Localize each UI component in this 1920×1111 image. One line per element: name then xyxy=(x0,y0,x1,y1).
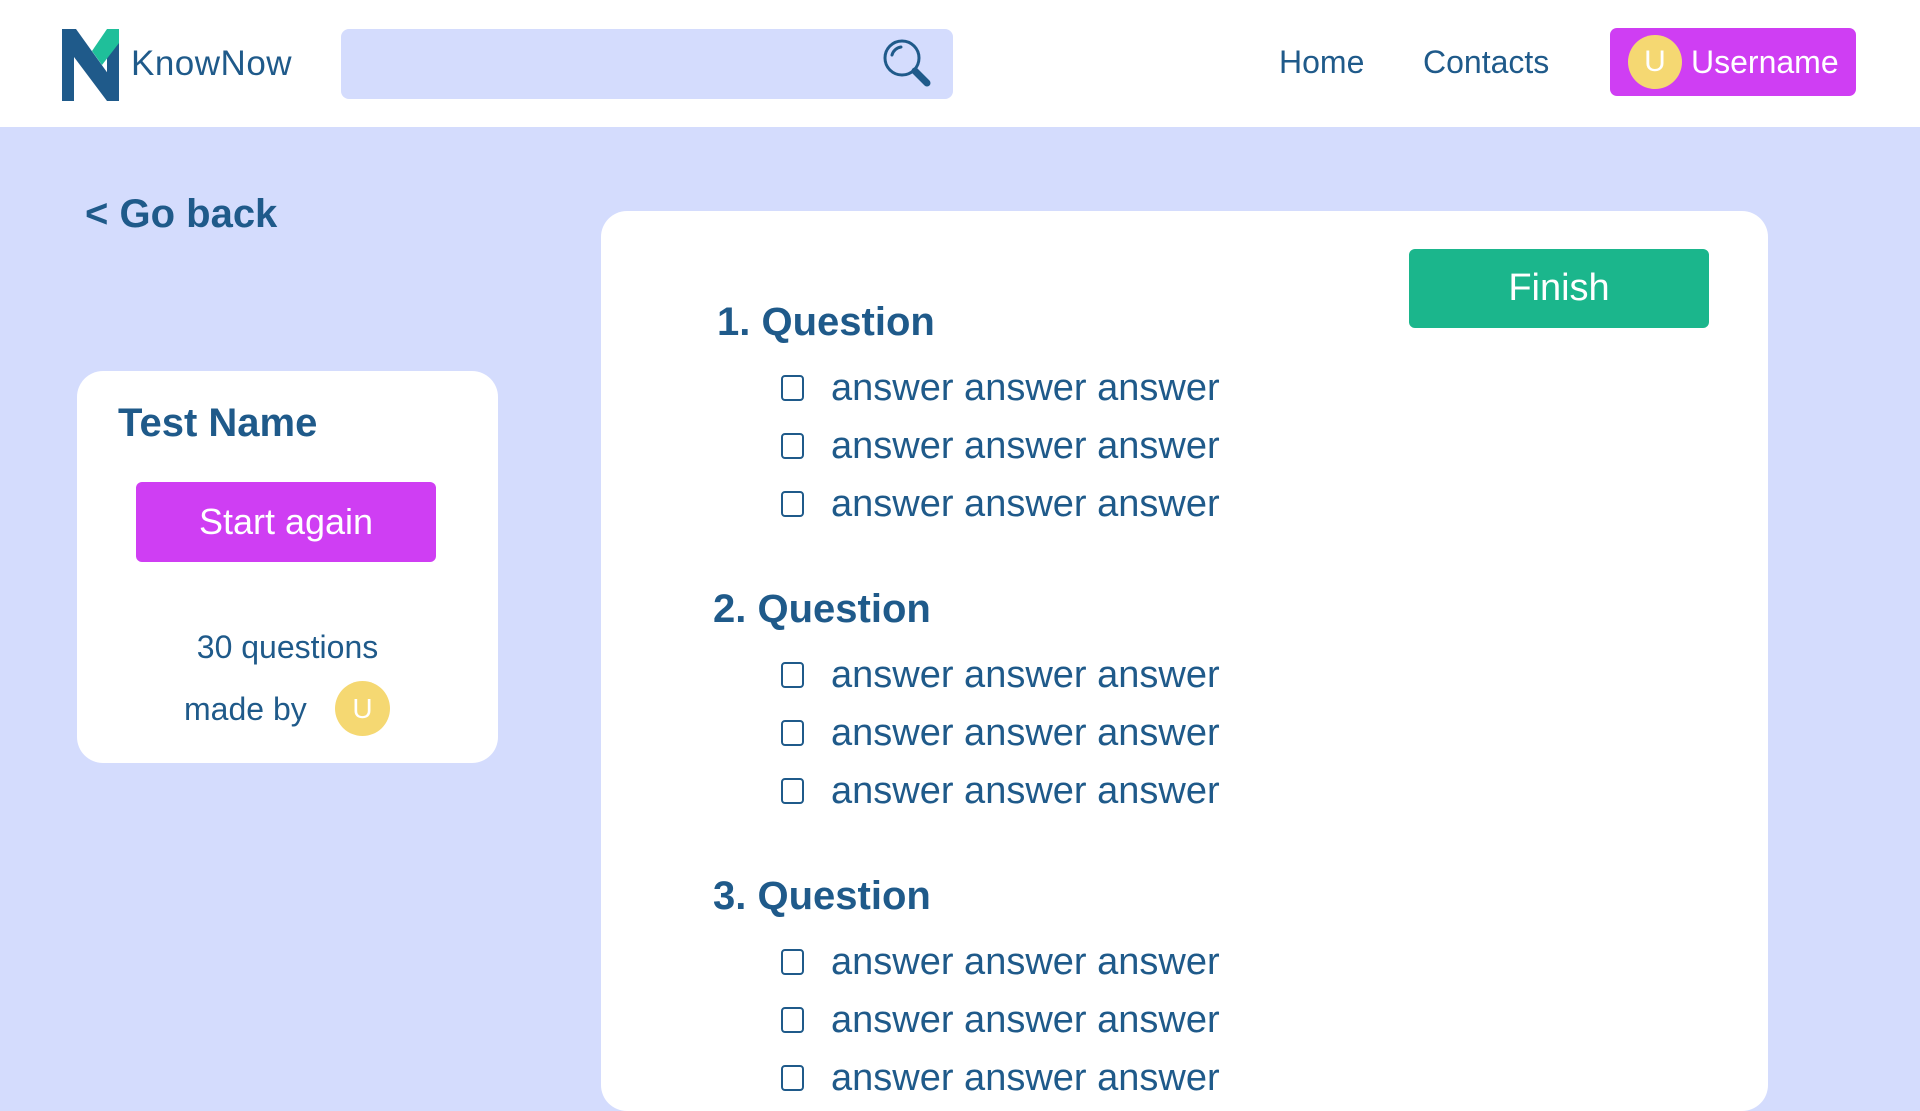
test-info-card: Test Name Start again 30 questions made … xyxy=(77,371,498,763)
answer-text: answer answer answer xyxy=(831,367,1220,409)
go-back-link[interactable]: < Go back xyxy=(85,192,277,237)
answer-checkbox[interactable] xyxy=(781,433,804,459)
answer-checkbox[interactable] xyxy=(781,949,804,975)
test-title: Test Name xyxy=(118,401,318,445)
answer-text: answer answer answer xyxy=(831,483,1220,525)
question-count: 30 questions xyxy=(196,629,379,665)
answer-checkbox[interactable] xyxy=(781,778,804,804)
answer-checkbox[interactable] xyxy=(781,720,804,746)
finish-button[interactable]: Finish xyxy=(1409,249,1709,328)
username-label: Username xyxy=(1691,44,1839,80)
start-again-button[interactable]: Start again xyxy=(136,482,436,562)
search-bar xyxy=(341,29,953,99)
answer-option[interactable]: answer answer answer xyxy=(781,999,1381,1041)
answer-text: answer answer answer xyxy=(831,999,1220,1041)
question-title: 3. Question xyxy=(713,874,931,918)
answer-checkbox[interactable] xyxy=(781,375,804,401)
nav-home-link[interactable]: Home xyxy=(1279,44,1364,81)
author-avatar[interactable]: U xyxy=(335,681,390,736)
made-by-label: made by xyxy=(184,691,307,727)
answer-option[interactable]: answer answer answer xyxy=(781,770,1381,812)
answer-text: answer answer answer xyxy=(831,1057,1220,1099)
quiz-panel: Finish 1. Question answer answer answer … xyxy=(601,211,1768,1111)
answer-text: answer answer answer xyxy=(831,425,1220,467)
answer-option[interactable]: answer answer answer xyxy=(781,941,1381,983)
search-icon[interactable] xyxy=(882,38,934,90)
search-input[interactable] xyxy=(341,29,881,99)
answer-option[interactable]: answer answer answer xyxy=(781,367,1381,409)
user-menu-button[interactable]: U Username xyxy=(1610,28,1856,96)
top-header: KnowNow Home Contacts U Username xyxy=(0,0,1920,127)
answer-checkbox[interactable] xyxy=(781,491,804,517)
answer-option[interactable]: answer answer answer xyxy=(781,1057,1381,1099)
answer-option[interactable]: answer answer answer xyxy=(781,483,1381,525)
answer-text: answer answer answer xyxy=(831,770,1220,812)
answer-option[interactable]: answer answer answer xyxy=(781,425,1381,467)
answer-text: answer answer answer xyxy=(831,712,1220,754)
brand-name[interactable]: KnowNow xyxy=(131,44,292,84)
answer-checkbox[interactable] xyxy=(781,1065,804,1091)
answer-checkbox[interactable] xyxy=(781,1007,804,1033)
answer-text: answer answer answer xyxy=(831,941,1220,983)
answer-option[interactable]: answer answer answer xyxy=(781,712,1381,754)
knownow-logo-icon[interactable] xyxy=(62,29,119,101)
user-avatar: U xyxy=(1628,35,1682,89)
question-title: 2. Question xyxy=(713,587,931,631)
question-title: 1. Question xyxy=(717,300,935,344)
answer-option[interactable]: answer answer answer xyxy=(781,654,1381,696)
nav-contacts-link[interactable]: Contacts xyxy=(1423,44,1549,81)
answer-checkbox[interactable] xyxy=(781,662,804,688)
answer-text: answer answer answer xyxy=(831,654,1220,696)
